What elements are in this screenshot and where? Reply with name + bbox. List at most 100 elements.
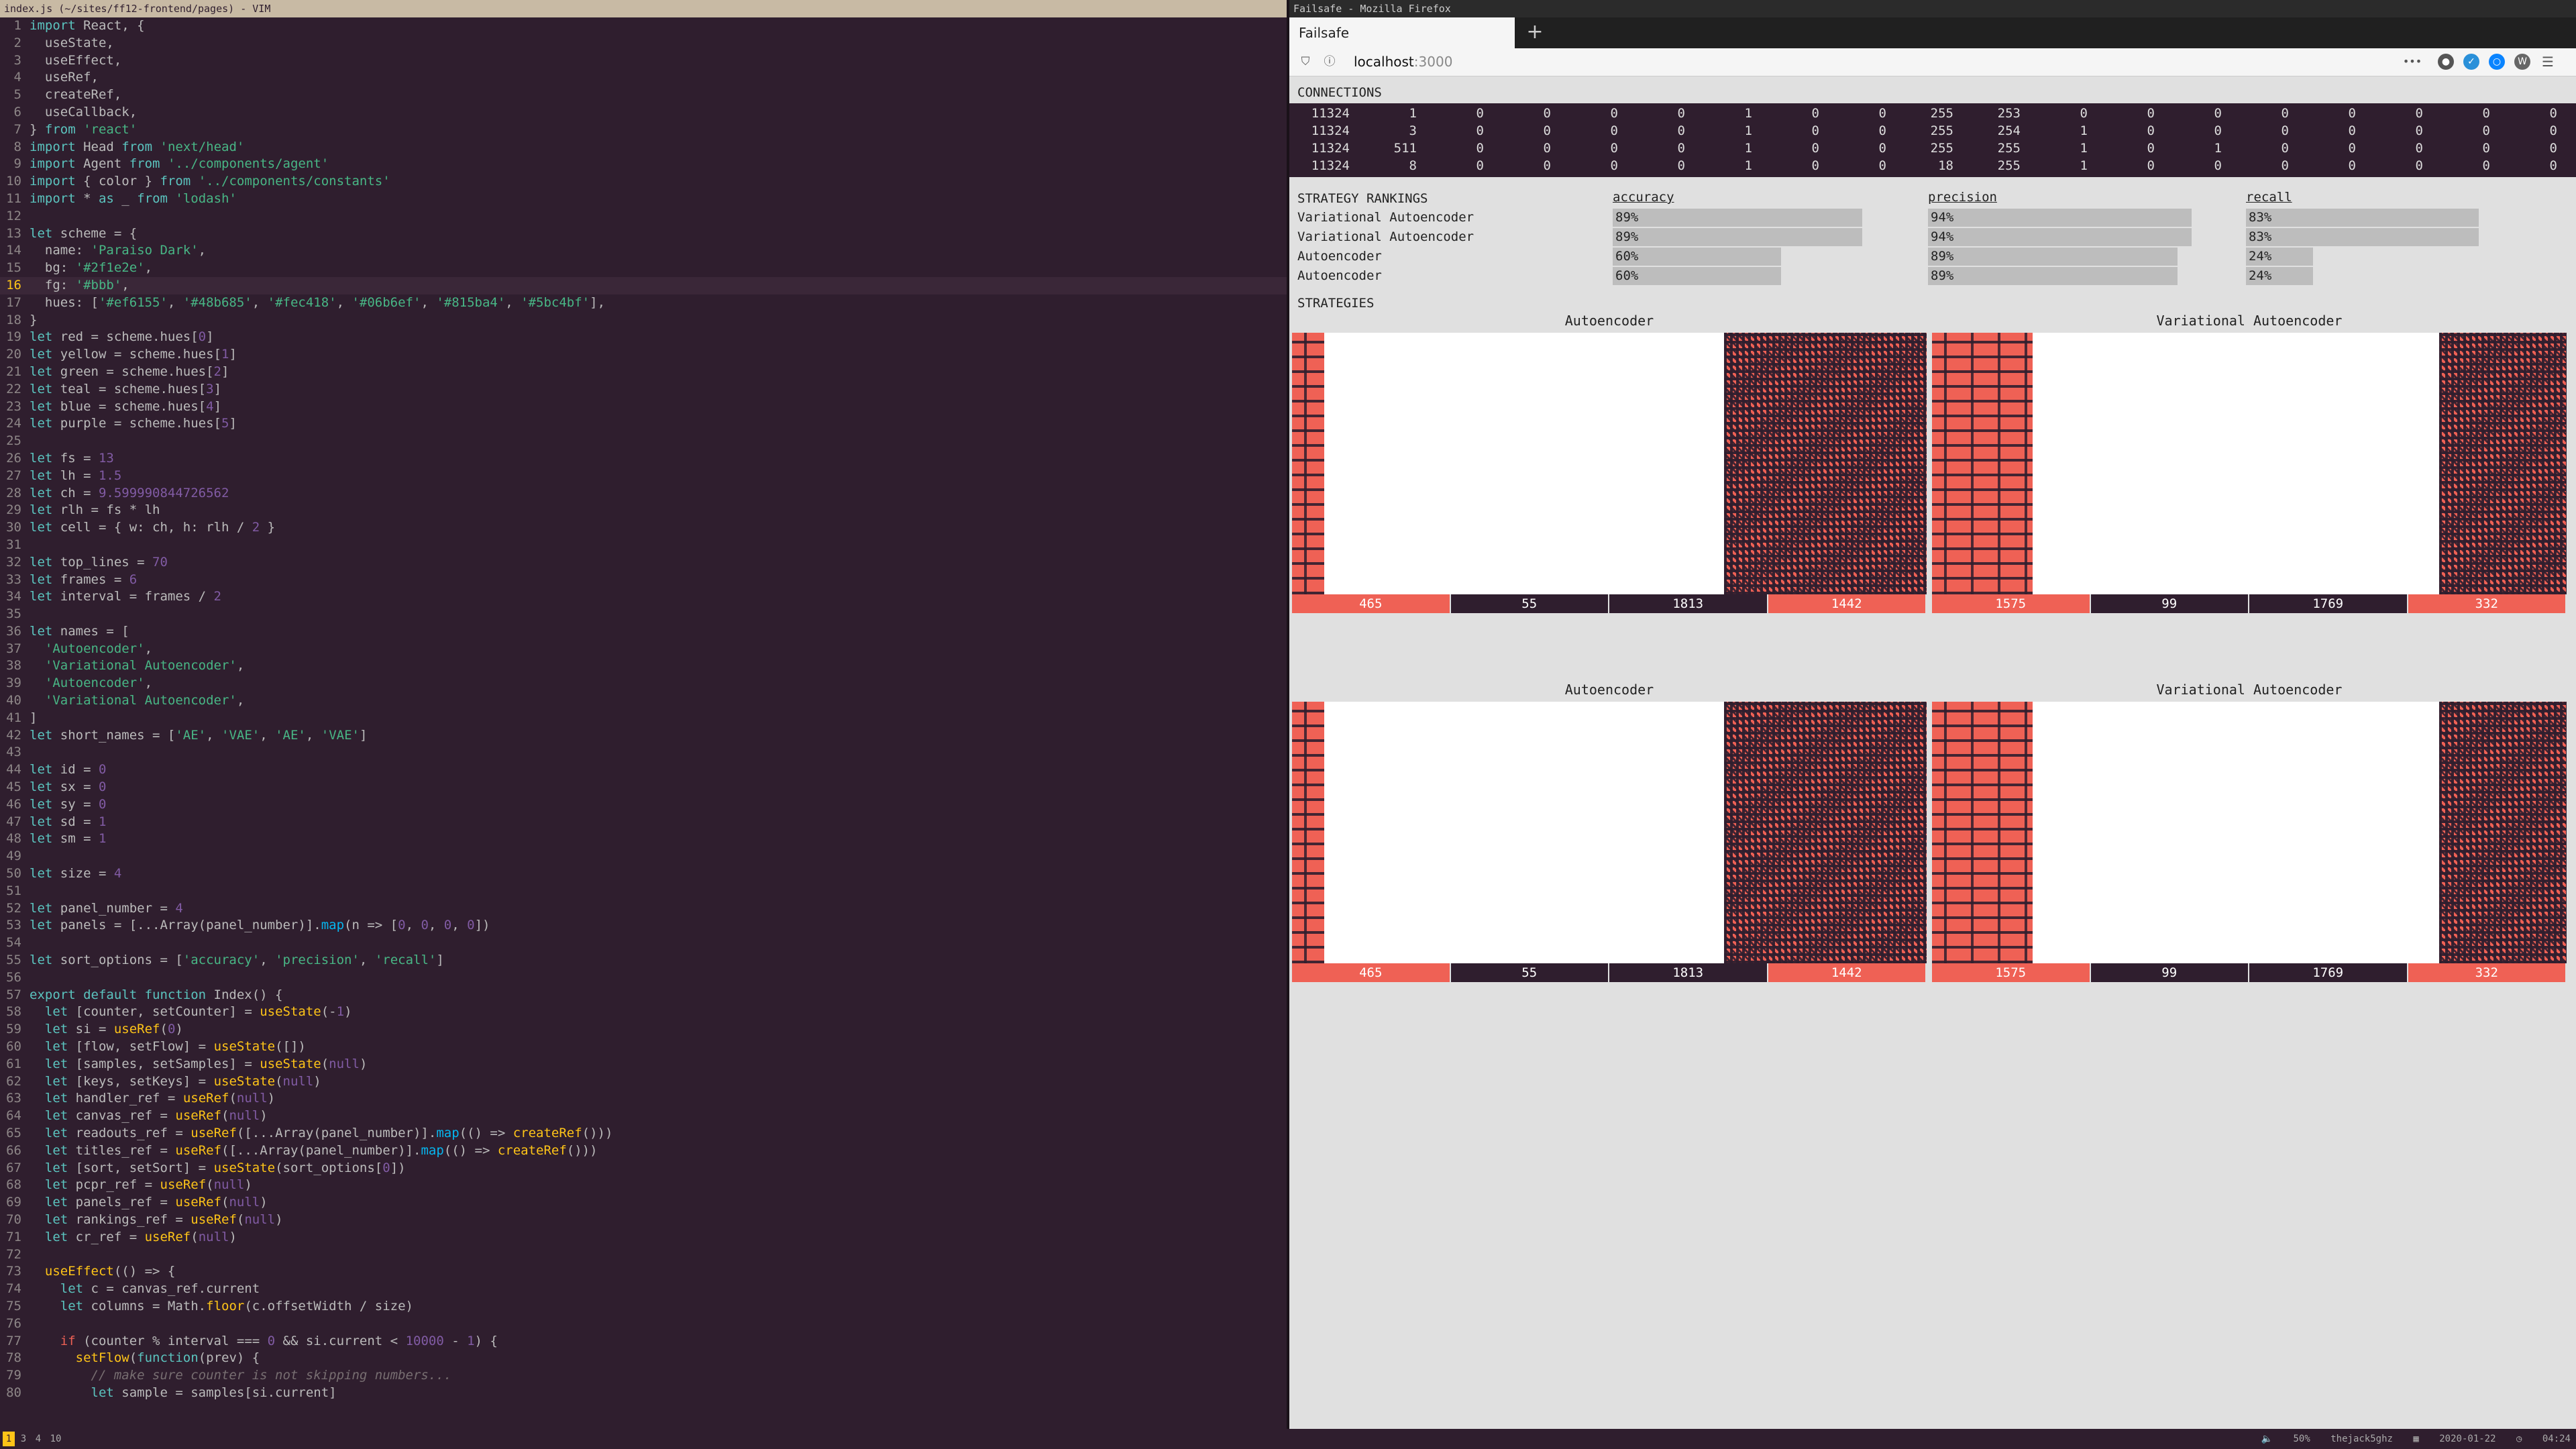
strategy-title: Autoencoder [1564,682,1654,698]
code-token: 1 [221,347,229,362]
account-icon[interactable]: ● [2438,54,2454,70]
strategy-readout: 465 55 1813 1442 [1292,963,1927,982]
line-number: 66 [6,1142,21,1158]
code-line: 29 let rlh = fs * lh [0,502,1287,519]
code-token: let [30,780,53,795]
code-token: useRef [175,1195,222,1210]
line-number: 32 [6,554,21,570]
code-token: 1 [98,814,107,829]
code-line: 57 export default function Index() { [0,987,1287,1004]
code-token: 0 [467,918,475,933]
code-token: let [44,1177,68,1193]
code-token: useEffect, [30,52,122,68]
connection-cell: 0 [2348,123,2356,138]
connection-row: 11324 511 0 0 0 0 1 0 0 255 255 1 0 1 0 0 0 0 0 [1289,140,2576,157]
code-editor[interactable]: 1 import React, {2 useState, 3 useEffect, 4… [0,17,1287,1429]
hamburger-menu-icon[interactable]: ☰ [2540,54,2556,70]
line-number: 59 [6,1022,21,1037]
code-token: sample = samples[si.current] [113,1385,337,1400]
workspace-4[interactable]: 4 [32,1432,44,1446]
new-tab-button[interactable]: + [1521,17,1548,48]
ranking-header-precision[interactable]: precision [1928,189,2210,208]
code-token: let [44,1073,68,1089]
tab-failsafe[interactable]: Failsafe [1289,17,1515,48]
shield-icon[interactable]: ⛉ [1297,54,1313,70]
code-line: 54 [0,934,1287,952]
code-token: titles_ref = [68,1142,176,1158]
container-icon[interactable]: ○ [2489,54,2505,70]
ranking-bar-fill [1613,209,1863,227]
code-token: } [260,520,276,535]
ranking-value: 24% [2249,249,2272,264]
ranking-bar-fill [2246,228,2479,246]
connection-cell: 1 [1744,123,1752,138]
code-line: 11 import * as _ from 'lodash' [0,191,1287,208]
workspace-1[interactable]: 1 [3,1432,15,1446]
profile-icon[interactable]: W [2514,54,2530,70]
code-token: [samples, setSamples] = [68,1056,260,1071]
code-token: let [44,1160,68,1175]
code-token: 'Variational Autoencoder' [44,693,237,708]
code-token: let [30,554,53,570]
strategy-canvas[interactable] [1932,702,2567,963]
code-token: useRef, [30,70,99,85]
firefox-window[interactable]: Failsafe - Mozilla Firefox Failsafe + ⛉ … [1289,0,2576,1429]
ranking-value: 89% [1615,229,1639,244]
wifi-indicator[interactable]: thejack5ghz [2330,1434,2393,1444]
code-token: null [244,1212,276,1227]
ranking-column: precision 94% 94% 89% 89% [1928,189,2210,286]
code-token: 3 [206,381,214,396]
connection-cell: 1 [2080,123,2088,138]
line-number: 9 [13,156,21,172]
code-token: let [30,225,53,241]
code-token: , [405,918,421,933]
ranking-name: Variational Autoencoder [1297,229,1474,244]
code-token: ([...Array(panel_number)]. [236,1126,437,1140]
connection-cell: 1 [2080,158,2088,173]
ranking-bar-fill [1928,267,2178,285]
strategy-canvas[interactable] [1932,333,2567,594]
line-number: 14 [6,243,21,258]
url-input[interactable]: localhost:3000 [1354,54,1452,70]
strategy-canvas[interactable] [1292,702,1927,963]
vim-window[interactable]: index.js (~/sites/ff12-frontend/pages) -… [0,0,1287,1429]
code-token: 0 [382,1160,390,1175]
connection-cell: 0 [1811,141,1819,156]
volume-indicator[interactable]: 🔈 50% [2261,1434,2310,1444]
page-actions-icon[interactable]: ••• [2398,54,2427,70]
code-token: map [421,1142,444,1158]
code-token: name: [30,243,91,258]
code-line: 2 useState, [0,35,1287,52]
code-token: let [44,1039,68,1055]
readout-cell: 1813 [1609,594,1768,613]
extension-icon[interactable]: ✓ [2463,54,2479,70]
strategy-canvas[interactable] [1292,333,1927,594]
ranking-header-accuracy[interactable]: accuracy [1613,189,1894,208]
code-token: map [436,1126,460,1140]
connection-cell: 1 [2214,141,2222,156]
ranking-header-recall[interactable]: recall [2246,189,2528,208]
code-line: 19 let red = scheme.hues[0] [0,329,1287,346]
code-token: , [121,277,129,292]
code-line: 38 'Variational Autoencoder', [0,657,1287,675]
ranking-value: 60% [1615,268,1639,283]
info-icon[interactable]: ⓘ [1322,54,1338,70]
ranking-value: 60% [1615,249,1639,264]
workspace-10[interactable]: 10 [47,1432,64,1446]
connection-cell: 1 [1744,106,1752,121]
code-token: 6 [129,572,138,587]
code-token: c = canvas_ref.current [83,1281,260,1297]
code-token: { color } [75,174,160,189]
workspace-3[interactable]: 3 [17,1432,30,1446]
code-line: 5 createRef, [0,87,1287,104]
code-token: green = scheme.hues[ [52,364,214,379]
code-token: ]) [474,918,490,933]
readout-cell: 99 [2090,594,2249,613]
